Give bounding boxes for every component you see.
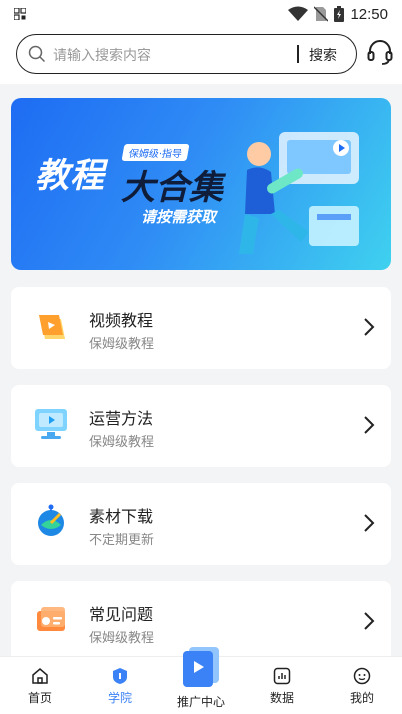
menu-item-subtitle: 不定期更新 [89, 533, 155, 548]
headset-icon[interactable] [366, 38, 394, 66]
tab-academy[interactable]: 学院 [80, 657, 160, 714]
tab-label: 学院 [107, 691, 132, 705]
search-button[interactable]: 搜索 [309, 45, 337, 65]
tab-data[interactable]: 数据 [242, 657, 322, 714]
banner-title-part2: 大合集 [121, 168, 223, 208]
menu-item-material-download[interactable]: 素材下载 不定期更新 [11, 483, 391, 565]
banner-title-part1: 教程 [35, 156, 105, 196]
bottom-tab-bar: 首页 学院 推广中心 数据 我的 [0, 647, 402, 714]
tab-promotion-center[interactable]: 推广中心 [161, 647, 241, 714]
banner-tag: 保姆级·指导 [121, 144, 190, 161]
banner-subtitle: 请按需获取 [141, 208, 217, 226]
promotion-center-icon [183, 647, 219, 687]
chevron-right-icon [364, 612, 375, 630]
chevron-right-icon [364, 416, 375, 434]
search-icon [28, 45, 46, 63]
profile-smile-icon [353, 667, 371, 685]
battery-icon [334, 6, 345, 22]
chevron-right-icon [364, 318, 375, 336]
wifi-icon [288, 6, 309, 21]
menu-item-operation-methods[interactable]: 运营方法 保姆级教程 [11, 385, 391, 467]
menu-item-title: 素材下载 [89, 507, 154, 526]
chevron-right-icon [364, 514, 375, 532]
monitor-play-icon [35, 409, 67, 439]
menu-item-title: 常见问题 [89, 605, 154, 624]
search-input[interactable]: 请输入搜索内容 搜索 [16, 34, 357, 74]
video-tutorial-icon [39, 315, 65, 339]
tab-home[interactable]: 首页 [0, 657, 80, 714]
tab-label: 首页 [27, 691, 52, 705]
tab-label: 我的 [349, 691, 374, 705]
tab-label: 推广中心 [176, 695, 225, 709]
menu-item-video-tutorial[interactable]: 视频教程 保姆级教程 [11, 287, 391, 369]
tab-me[interactable]: 我的 [322, 657, 402, 714]
search-placeholder: 请输入搜索内容 [53, 48, 151, 64]
promo-banner[interactable]: 教程 保姆级·指导 大合集 请按需获取 [11, 98, 391, 270]
status-time: 12:50 [350, 5, 388, 23]
home-icon [32, 668, 48, 684]
no-sim-icon [314, 6, 329, 22]
status-bar: 12:50 [0, 0, 402, 28]
tab-label: 数据 [269, 691, 294, 705]
qr-code-icon [14, 8, 26, 20]
search-area: 请输入搜索内容 搜索 [0, 28, 402, 84]
menu-item-subtitle: 保姆级教程 [89, 337, 155, 352]
menu-item-subtitle: 保姆级教程 [89, 631, 155, 646]
download-globe-icon [38, 504, 64, 536]
menu-item-subtitle: 保姆级教程 [89, 435, 155, 450]
data-chart-icon [273, 667, 291, 685]
search-divider [297, 45, 299, 63]
academy-shield-icon [113, 668, 127, 684]
menu-item-title: 视频教程 [89, 311, 154, 330]
banner-illustration [239, 132, 359, 254]
menu-item-title: 运营方法 [89, 409, 154, 428]
faq-card-icon [37, 607, 65, 631]
